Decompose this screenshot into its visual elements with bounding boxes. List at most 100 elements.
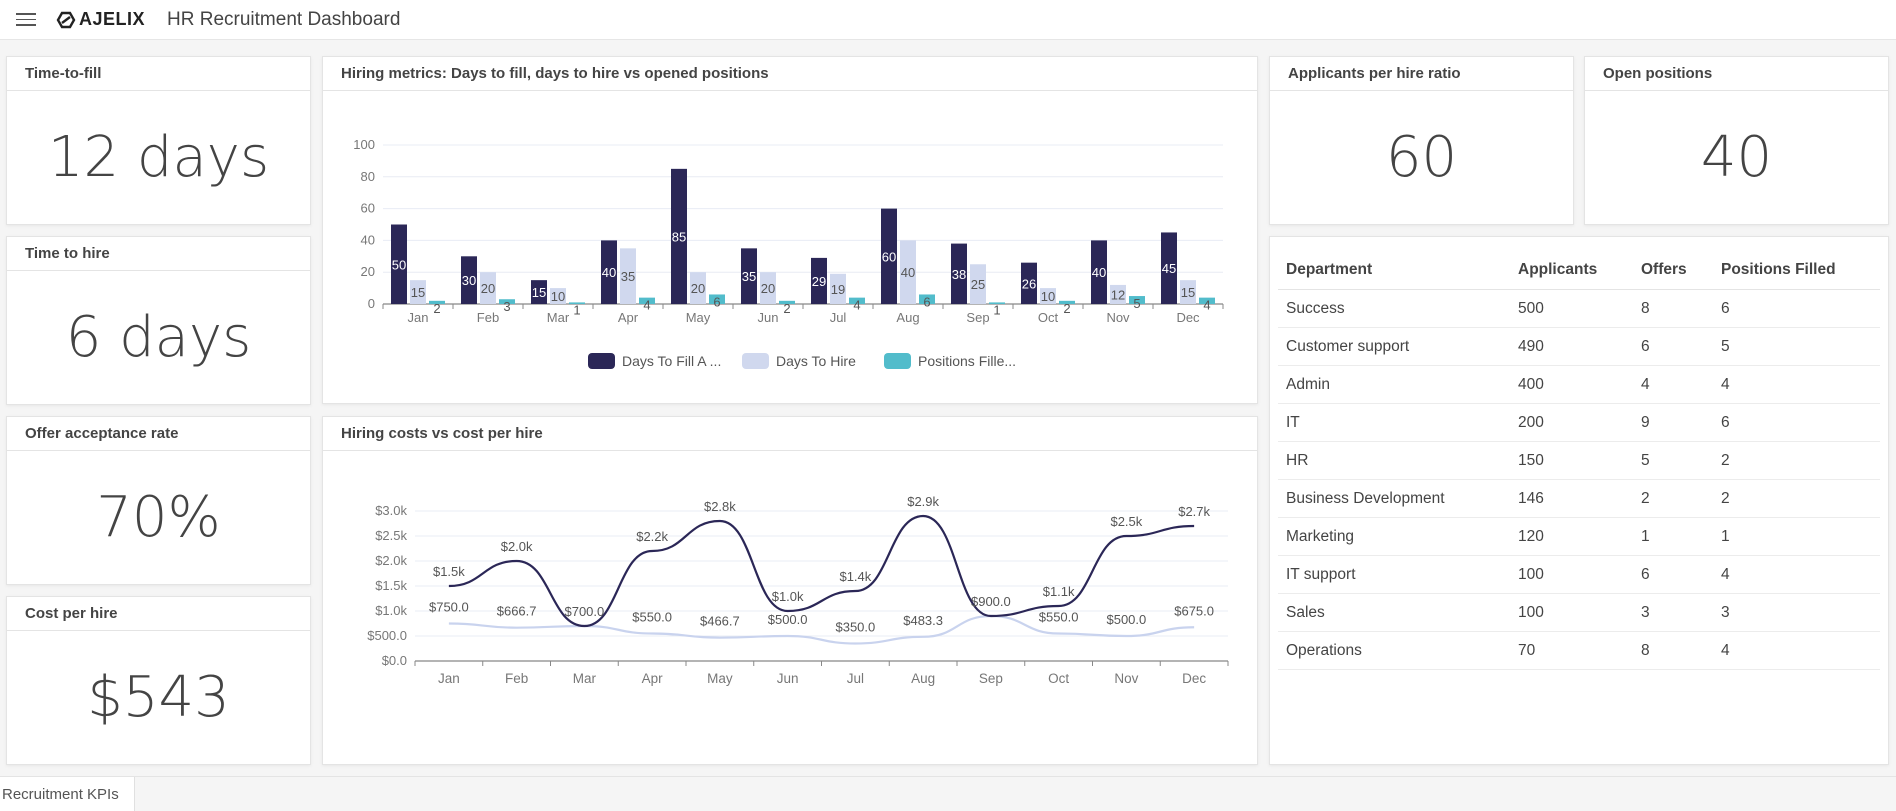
data-label: 20 (481, 281, 495, 296)
data-label: 4 (1203, 298, 1210, 313)
cell-offers: 4 (1633, 365, 1713, 404)
data-label: $2.0k (501, 539, 533, 554)
ajelix-logo-icon (56, 11, 76, 28)
cell-positions-filled: 1 (1713, 517, 1880, 556)
cell-department: Customer support (1278, 327, 1510, 366)
table-row[interactable]: Sales 100 3 3 (1278, 593, 1880, 632)
data-label: $2.9k (907, 494, 939, 509)
card-title: Open positions (1585, 57, 1888, 91)
x-tick-label: Sep (966, 310, 989, 325)
legend-label[interactable]: Positions Fille... (918, 353, 1016, 369)
data-label: 4 (643, 298, 650, 313)
legend-swatch[interactable] (884, 353, 911, 369)
x-tick-label: Jan (438, 671, 460, 686)
ajelix-logo: AJELIX (56, 9, 145, 30)
data-label: 1 (993, 302, 1000, 317)
table-row[interactable]: Admin 400 4 4 (1278, 365, 1880, 404)
x-tick-label: Mar (547, 310, 570, 325)
data-label: $500.0 (1106, 612, 1146, 627)
cell-applicants: 490 (1510, 327, 1633, 366)
column-header-department[interactable]: Department (1278, 249, 1510, 290)
kpi-card-offer-acceptance-rate: Offer acceptance rate 70% (6, 416, 311, 585)
sheet-tab-bar: Recruitment KPIs (0, 776, 1896, 811)
cell-department: Marketing (1278, 517, 1510, 556)
data-label: $466.7 (700, 614, 740, 629)
table-row[interactable]: Operations 70 8 4 (1278, 631, 1880, 670)
card-title: Offer acceptance rate (7, 417, 310, 451)
x-tick-label: Aug (896, 310, 919, 325)
data-label: 2 (783, 301, 790, 316)
chart-title: Hiring metrics: Days to fill, days to hi… (323, 57, 1257, 91)
table-row[interactable]: Success 500 8 6 (1278, 289, 1880, 328)
y-tick-label: $1.5k (375, 578, 407, 593)
data-label: 38 (952, 267, 966, 282)
card-title: Time-to-fill (7, 57, 310, 91)
x-tick-label: Oct (1048, 671, 1069, 686)
kpi-value: 6 days (65, 305, 252, 370)
hamburger-menu-icon[interactable] (16, 13, 36, 26)
data-label: $900.0 (971, 594, 1011, 609)
cell-offers: 6 (1633, 327, 1713, 366)
cell-positions-filled: 6 (1713, 289, 1880, 328)
data-label: $550.0 (1039, 610, 1079, 625)
cost-per-hire-line[interactable] (448, 614, 1195, 645)
table-row[interactable]: IT support 100 6 4 (1278, 555, 1880, 594)
table-row[interactable]: HR 150 5 2 (1278, 441, 1880, 480)
legend-swatch[interactable] (742, 353, 769, 369)
table-row[interactable]: Customer support 490 6 5 (1278, 327, 1880, 366)
data-label: $1.5k (433, 564, 465, 579)
hiring-costs-line[interactable] (448, 514, 1195, 628)
y-tick-label: 0 (368, 296, 375, 311)
sheet-tab-recruitment-kpis[interactable]: Recruitment KPIs (0, 777, 135, 811)
x-tick-label: Jul (830, 310, 847, 325)
legend-label[interactable]: Days To Hire (776, 353, 856, 369)
x-tick-label: May (707, 671, 733, 686)
y-tick-label: $500.0 (367, 628, 407, 643)
cell-positions-filled: 3 (1713, 593, 1880, 632)
data-label: $483.3 (903, 613, 943, 628)
hiring-costs-line-chart: $0.0 $500.0 $1.0k $1.5k $2.0k $2.5k $3.0k Jan Fe… (367, 494, 1229, 686)
cell-department: Success (1278, 289, 1510, 328)
data-label: 26 (1022, 276, 1036, 291)
kpi-card-cost-per-hire: Cost per hire $543 (6, 596, 311, 765)
data-label: 12 (1111, 287, 1125, 302)
table-row[interactable]: Business Development 146 2 2 (1278, 479, 1880, 518)
cell-department: Operations (1278, 631, 1510, 670)
x-tick-label: Sep (979, 671, 1003, 686)
table-row[interactable]: Marketing 120 1 1 (1278, 517, 1880, 556)
data-label: 6 (713, 294, 720, 309)
x-tick-label: May (686, 310, 711, 325)
cell-positions-filled: 4 (1713, 555, 1880, 594)
logo-text: AJELIX (79, 9, 146, 29)
cell-department: Admin (1278, 365, 1510, 404)
data-label: 29 (812, 274, 826, 289)
data-label: 4 (853, 298, 860, 313)
table-row[interactable]: IT 200 9 6 (1278, 403, 1880, 442)
column-header-offers[interactable]: Offers (1633, 249, 1713, 290)
column-header-positions-filled[interactable]: Positions Filled (1713, 249, 1880, 290)
cell-applicants: 146 (1510, 479, 1633, 518)
cell-offers: 8 (1633, 631, 1713, 670)
kpi-card-time-to-fill: Time-to-fill 12 days (6, 56, 311, 225)
data-label: 25 (971, 277, 985, 292)
column-header-applicants[interactable]: Applicants (1510, 249, 1633, 290)
cell-offers: 1 (1633, 517, 1713, 556)
cell-applicants: 150 (1510, 441, 1633, 480)
legend-label[interactable]: Days To Fill A ... (622, 353, 721, 369)
data-label: $2.7k (1178, 504, 1210, 519)
x-tick-label: Dec (1182, 671, 1206, 686)
hiring-metrics-bar-chart: 020406080100Jan50152Feb30203Mar15 101Apr4… (353, 137, 1224, 369)
data-label: 6 (923, 294, 930, 309)
cell-department: Sales (1278, 593, 1510, 632)
legend-swatch[interactable] (588, 353, 615, 369)
data-label: $550.0 (632, 610, 672, 625)
data-label: 30 (462, 273, 476, 288)
data-label: $500.0 (768, 612, 808, 627)
cell-applicants: 120 (1510, 517, 1633, 556)
data-label: 2 (433, 301, 440, 316)
data-label: $1.4k (839, 569, 871, 584)
cell-positions-filled: 6 (1713, 403, 1880, 442)
kpi-value: 70% (96, 485, 221, 550)
cell-department: IT support (1278, 555, 1510, 594)
x-tick-label: Feb (505, 671, 528, 686)
